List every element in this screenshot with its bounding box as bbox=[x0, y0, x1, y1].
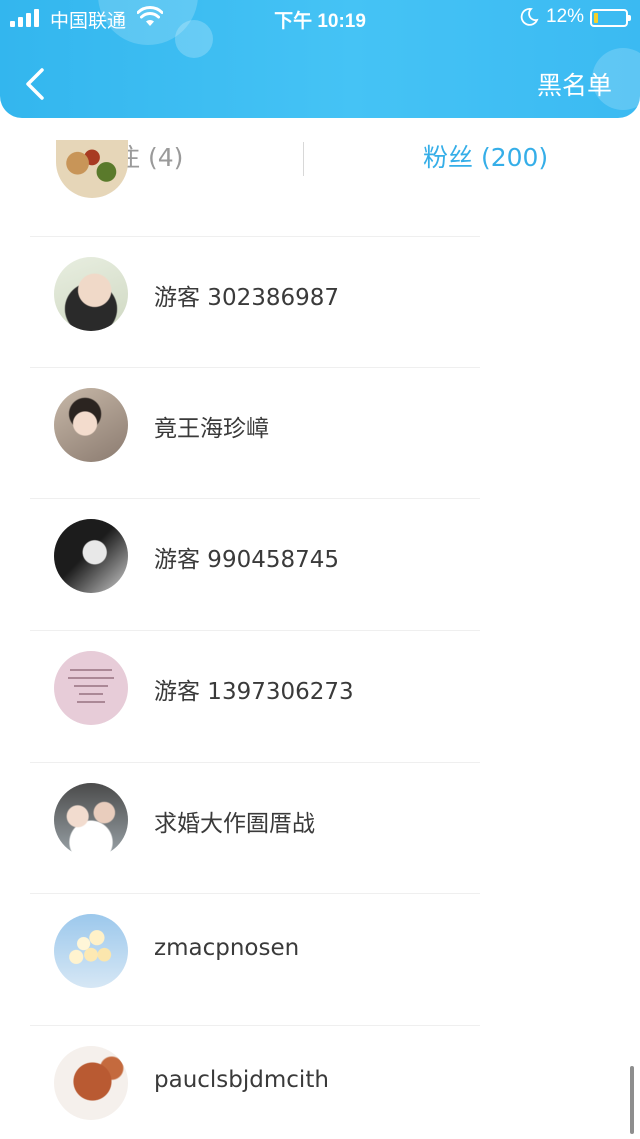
list-item[interactable]: 求婚大作圄厝战 bbox=[0, 762, 640, 893]
moon-icon bbox=[520, 8, 539, 26]
scrollbar[interactable] bbox=[630, 1066, 634, 1134]
list-item[interactable]: zmacpnosen bbox=[0, 893, 640, 1024]
user-name: 游客 990458745 bbox=[154, 547, 340, 573]
avatar bbox=[54, 783, 128, 857]
tab-divider bbox=[303, 142, 304, 176]
row-divider bbox=[30, 498, 480, 499]
avatar bbox=[54, 257, 128, 331]
row-divider bbox=[30, 236, 480, 237]
battery-level bbox=[594, 13, 598, 23]
header-bar: 中国联通 下午 10:19 12% 黑名单 bbox=[0, 0, 640, 118]
row-divider bbox=[30, 367, 480, 368]
battery-percent: 12% bbox=[546, 6, 585, 27]
user-name: 求婚大作圄厝战 bbox=[154, 811, 315, 837]
row-divider bbox=[30, 630, 480, 631]
avatar bbox=[54, 388, 128, 462]
avatar bbox=[54, 914, 128, 988]
back-chevron-icon bbox=[26, 68, 44, 100]
user-name: 竟王海珍嶂 bbox=[154, 416, 269, 442]
user-name: zmacpnosen bbox=[154, 935, 300, 961]
status-bar: 中国联通 下午 10:19 12% bbox=[0, 0, 640, 36]
user-name: 游客 302386987 bbox=[154, 285, 340, 311]
clock: 下午 10:19 bbox=[274, 11, 366, 32]
row-divider bbox=[30, 1025, 480, 1026]
list-item[interactable]: 游客 1397306273 bbox=[0, 630, 640, 761]
user-name: 游客 1397306273 bbox=[154, 679, 354, 705]
list-item[interactable]: pauclsbjdmcith bbox=[0, 1025, 640, 1139]
tab-fans[interactable]: 粉丝 (200) bbox=[423, 138, 548, 174]
row-divider bbox=[30, 893, 480, 894]
avatar bbox=[54, 651, 128, 725]
list-item[interactable]: 竟王海珍嶂 bbox=[0, 367, 640, 498]
list-item[interactable]: 游客 302386987 bbox=[0, 236, 640, 367]
row-divider bbox=[30, 762, 480, 763]
list-item[interactable]: 游客 990458745 bbox=[0, 498, 640, 629]
avatar bbox=[54, 519, 128, 593]
back-button[interactable] bbox=[18, 64, 54, 104]
blacklist-button[interactable]: 黑名单 bbox=[537, 66, 612, 102]
avatar bbox=[54, 1046, 128, 1120]
user-name: pauclsbjdmcith bbox=[154, 1067, 329, 1093]
battery-icon bbox=[590, 9, 631, 27]
